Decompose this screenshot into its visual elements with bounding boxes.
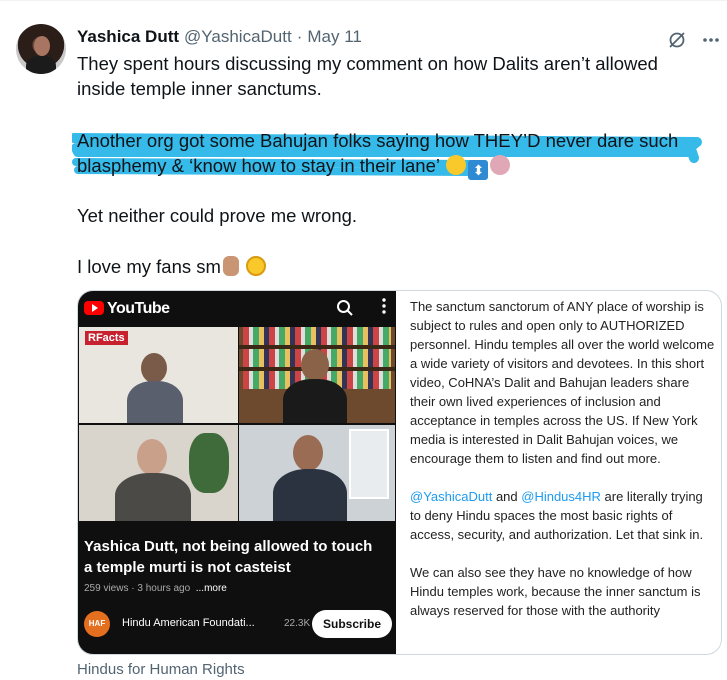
channel-logo[interactable]: HAF bbox=[84, 611, 110, 637]
avatar-body bbox=[26, 56, 56, 74]
tweet-paragraph-4: I love my fans sm bbox=[77, 254, 707, 279]
pinched-fingers-emoji bbox=[222, 256, 239, 276]
card-caption[interactable]: Hindus for Human Rights bbox=[77, 661, 245, 678]
tweet-actions bbox=[665, 28, 723, 52]
channel-name[interactable]: Hindu American Foundati... bbox=[122, 617, 255, 629]
participant-head bbox=[137, 439, 167, 475]
overlay-badge: RFacts bbox=[85, 331, 128, 345]
window bbox=[349, 429, 389, 499]
author-handle[interactable]: @YashicaDutt bbox=[184, 27, 292, 47]
avatar-face bbox=[34, 36, 50, 56]
mention-yashicadutt[interactable]: @YashicaDutt bbox=[410, 489, 492, 504]
tweet-paragraph-3: Yet neither could prove me wrong. bbox=[77, 205, 358, 226]
top-divider bbox=[0, 0, 727, 1]
video-views: 259 views bbox=[84, 583, 129, 594]
post-screenshot: The sanctum sanctorum of ANY place of wo… bbox=[410, 297, 715, 639]
subscribe-button[interactable]: Subscribe bbox=[312, 610, 392, 638]
youtube-wordmark: YouTube bbox=[107, 300, 170, 317]
plant bbox=[189, 433, 229, 493]
tweet-paragraph-1: They spent hours discussing my comment o… bbox=[77, 53, 658, 99]
youtube-logo-icon bbox=[84, 301, 104, 315]
video-participant-2 bbox=[239, 327, 395, 423]
kebab-menu-icon[interactable] bbox=[381, 297, 387, 320]
channel-row: HAF Hindu American Foundati... 22.3K Sub… bbox=[84, 609, 392, 639]
tweet-header: Yashica Dutt @YashicaDutt · May 11 bbox=[77, 27, 362, 47]
video-title[interactable]: Yashica Dutt, not being allowed to touch… bbox=[84, 536, 384, 578]
tweet-paragraph-2-text: Another org got some Bahujan folks sayin… bbox=[77, 130, 679, 176]
books-row bbox=[243, 327, 391, 345]
video-screenshot[interactable]: YouTube RFacts Yashica Dutt, not being a… bbox=[78, 291, 396, 654]
person-gesturing-no-emoji bbox=[490, 155, 511, 175]
author-name[interactable]: Yashica Dutt bbox=[77, 27, 179, 47]
post-and-word: and bbox=[492, 489, 522, 504]
video-age: 3 hours ago bbox=[137, 583, 191, 594]
up-down-arrow-emoji: ⬍ bbox=[468, 160, 489, 180]
tweet-paragraph-4-text: I love my fans sm bbox=[77, 256, 221, 277]
post-paragraph-3: We can also see they have no knowledge o… bbox=[410, 565, 701, 618]
avatar[interactable] bbox=[16, 24, 66, 74]
participant-body bbox=[127, 381, 183, 423]
video-meta: 259 views · 3 hours ago ...more bbox=[84, 583, 227, 594]
post-paragraph-1: The sanctum sanctorum of ANY place of wo… bbox=[410, 299, 715, 466]
video-participant-4 bbox=[239, 425, 395, 521]
participant-head bbox=[141, 353, 167, 383]
tweet-paragraph-2: Another org got some Bahujan folks sayin… bbox=[77, 128, 707, 180]
participant-head bbox=[301, 349, 329, 381]
search-icon[interactable] bbox=[336, 299, 354, 322]
more-icon[interactable] bbox=[699, 28, 723, 52]
slightly-smiling-face-emoji bbox=[446, 155, 467, 175]
header-separator: · bbox=[296, 27, 303, 46]
holding-back-tears-emoji bbox=[246, 256, 267, 276]
grok-icon[interactable] bbox=[665, 28, 689, 52]
video-participant-1: RFacts bbox=[79, 327, 238, 423]
video-participant-3 bbox=[79, 425, 238, 521]
tweet-date[interactable]: May 11 bbox=[307, 27, 362, 47]
participant-body bbox=[283, 379, 347, 423]
media-card[interactable]: YouTube RFacts Yashica Dutt, not being a… bbox=[77, 290, 722, 655]
youtube-header: YouTube bbox=[78, 291, 396, 327]
subscriber-count: 22.3K bbox=[284, 618, 311, 629]
more-link[interactable]: ...more bbox=[196, 583, 227, 594]
post-paragraph-2: @YashicaDutt and @Hindus4HR are literall… bbox=[410, 487, 715, 544]
participant-body bbox=[115, 473, 191, 521]
participant-body bbox=[273, 469, 347, 521]
participant-head bbox=[293, 435, 323, 471]
mention-hindus4hr[interactable]: @Hindus4HR bbox=[521, 489, 601, 504]
